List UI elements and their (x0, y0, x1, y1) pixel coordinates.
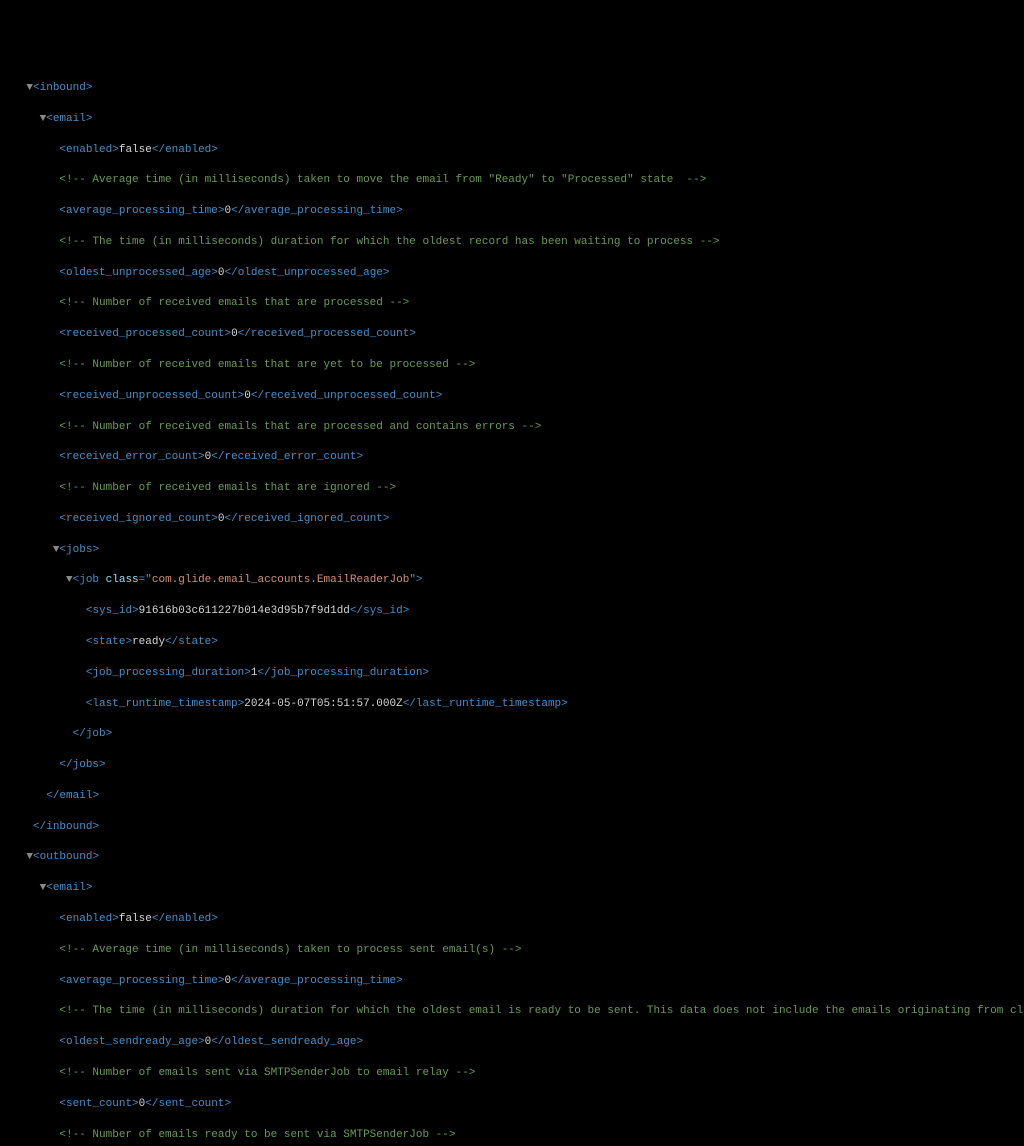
xml-viewer: ▼<inbound> ▼<email> <enabled>false</enab… (0, 62, 1024, 1146)
comment: <!-- The time (in milliseconds) duration… (0, 235, 1024, 250)
outbound-email-open[interactable]: ▼<email> (0, 881, 1024, 896)
state-line: <state>ready</state> (0, 635, 1024, 650)
jobs-close: </jobs> (0, 758, 1024, 773)
oldest-unproc-line: <oldest_unprocessed_age>0</oldest_unproc… (0, 266, 1024, 281)
email-close: </email> (0, 789, 1024, 804)
recv-proc-line: <received_processed_count>0</received_pr… (0, 327, 1024, 342)
inbound-email-open[interactable]: ▼<email> (0, 112, 1024, 127)
caret-icon[interactable]: ▼ (26, 851, 33, 863)
enabled-line: <enabled>false</enabled> (0, 912, 1024, 927)
sys-id-line: <sys_id>91616b03c611227b014e3d95b7f9d1dd… (0, 604, 1024, 619)
outbound-open[interactable]: ▼<outbound> (0, 850, 1024, 865)
comment: <!-- Number of received emails that are … (0, 358, 1024, 373)
caret-icon[interactable]: ▼ (66, 574, 73, 586)
inbound-open[interactable]: ▼<inbound> (0, 81, 1024, 96)
comment: <!-- Number of emails sent via SMTPSende… (0, 1066, 1024, 1081)
enabled-line: <enabled>false</enabled> (0, 143, 1024, 158)
recv-ign-line: <received_ignored_count>0</received_igno… (0, 512, 1024, 527)
comment: <!-- The time (in milliseconds) duration… (0, 1004, 1024, 1019)
last-ts-line: <last_runtime_timestamp>2024-05-07T05:51… (0, 697, 1024, 712)
job-open[interactable]: ▼<job class="com.glide.email_accounts.Em… (0, 573, 1024, 588)
comment: <!-- Number of received emails that are … (0, 481, 1024, 496)
jobs-open[interactable]: ▼<jobs> (0, 543, 1024, 558)
duration-line: <job_processing_duration>1</job_processi… (0, 666, 1024, 681)
oldest-sr-line: <oldest_sendready_age>0</oldest_sendread… (0, 1035, 1024, 1050)
avg-proc-line: <average_processing_time>0</average_proc… (0, 974, 1024, 989)
job-close: </job> (0, 727, 1024, 742)
comment: <!-- Average time (in milliseconds) take… (0, 173, 1024, 188)
recv-err-line: <received_error_count>0</received_error_… (0, 450, 1024, 465)
inbound-close: </inbound> (0, 820, 1024, 835)
comment: <!-- Average time (in milliseconds) take… (0, 943, 1024, 958)
comment: <!-- Number of received emails that are … (0, 420, 1024, 435)
caret-icon[interactable]: ▼ (40, 882, 47, 894)
avg-proc-line: <average_processing_time>0</average_proc… (0, 204, 1024, 219)
recv-unproc-line: <received_unprocessed_count>0</received_… (0, 389, 1024, 404)
sent-count-line: <sent_count>0</sent_count> (0, 1097, 1024, 1112)
comment: <!-- Number of received emails that are … (0, 296, 1024, 311)
comment: <!-- Number of emails ready to be sent v… (0, 1128, 1024, 1143)
